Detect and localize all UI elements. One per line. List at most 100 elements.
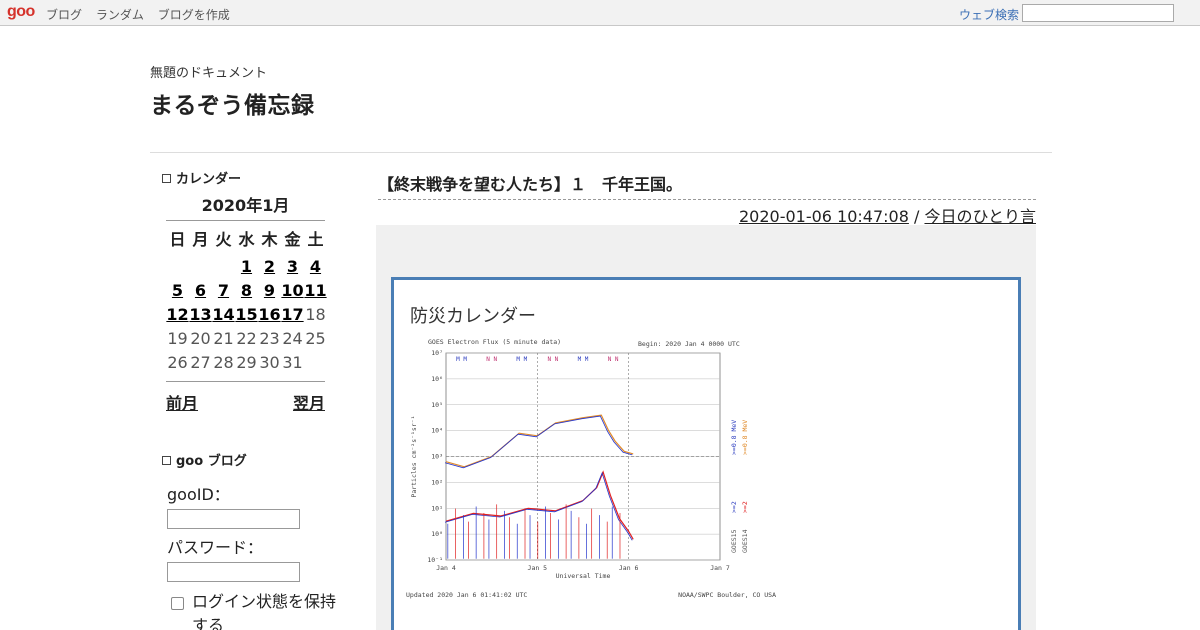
weekday-wed: 水 bbox=[238, 230, 255, 249]
calendar-day: 25 bbox=[305, 329, 326, 348]
gooid-input[interactable] bbox=[167, 509, 300, 529]
calendar-day: 22 bbox=[236, 329, 257, 348]
weekday-fri: 金 bbox=[284, 230, 301, 249]
post-meta: 2020-01-06 10:47:08 / 今日のひとり言 bbox=[739, 203, 1036, 227]
next-month-link[interactable]: 翌月 bbox=[293, 390, 325, 414]
electron-flux-chart: GOES Electron Flux (5 minute data) Begin:… bbox=[406, 338, 776, 599]
calendar-day-link[interactable]: 11 bbox=[304, 279, 327, 303]
square-bullet-icon bbox=[162, 174, 171, 183]
calendar-day: 27 bbox=[190, 353, 211, 372]
gooid-label: gooID： bbox=[167, 485, 230, 504]
x-tick-label: Jan 5 bbox=[528, 564, 548, 572]
x-axis-label: Universal Time bbox=[556, 572, 611, 580]
calendar-grid: 日 月 火 水 木 金 土 1 2 3 4 5 6 7 8 9 10 11 12… bbox=[166, 228, 327, 375]
nav-blog-link[interactable]: ブログ bbox=[46, 8, 82, 22]
y-tick-label: 10⁴ bbox=[431, 427, 443, 435]
meta-separator: / bbox=[908, 207, 925, 226]
calendar-day-link[interactable]: 9 bbox=[258, 279, 281, 303]
x-tick-label: Jan 6 bbox=[619, 564, 639, 572]
calendar-day-link[interactable]: 7 bbox=[212, 279, 235, 303]
calendar-day-link[interactable]: 12 bbox=[166, 303, 189, 327]
series-line-goes14-08mev bbox=[445, 414, 634, 468]
nav-random-link[interactable]: ランダム bbox=[96, 8, 144, 22]
calendar-day: 30 bbox=[259, 353, 280, 372]
calendar-day: 28 bbox=[213, 353, 234, 372]
weekday-thu: 木 bbox=[261, 230, 278, 249]
post-title[interactable]: 【終末戦争を望む人たち】１ 千年王国。 bbox=[378, 171, 1036, 200]
calendar-day-link[interactable]: 3 bbox=[281, 255, 304, 279]
calendar-day: 24 bbox=[282, 329, 303, 348]
password-input[interactable] bbox=[167, 562, 300, 582]
calendar-day: 20 bbox=[190, 329, 211, 348]
post-datetime-link[interactable]: 2020-01-06 10:47:08 bbox=[739, 207, 909, 226]
calendar-title: 2020年1月 bbox=[166, 192, 325, 221]
x-tick-label: Jan 7 bbox=[710, 564, 730, 572]
y-axis-label: Particles cm⁻²s⁻¹sr⁻¹ bbox=[410, 415, 418, 497]
calendar-day: 21 bbox=[213, 329, 234, 348]
prev-month-link[interactable]: 前月 bbox=[166, 390, 198, 414]
calendar-day: 29 bbox=[236, 353, 257, 372]
calendar-day-link[interactable]: 6 bbox=[189, 279, 212, 303]
series-label: >=2 bbox=[741, 501, 749, 513]
calendar-day: 23 bbox=[259, 329, 280, 348]
chart-footer-source: NOAA/SWPC Boulder, CO USA bbox=[678, 591, 776, 599]
x-tick-label: Jan 4 bbox=[436, 564, 456, 572]
y-tick-label: 10⁶ bbox=[431, 375, 443, 383]
calendar-day-link[interactable]: 5 bbox=[166, 279, 189, 303]
login-form: gooID： パスワード： ログイン状態を保持する bbox=[167, 484, 337, 630]
remember-login-option[interactable]: ログイン状態を保持する bbox=[167, 590, 337, 630]
series-label: >=2 bbox=[730, 501, 738, 513]
series-label: GOES15 bbox=[730, 529, 738, 553]
calendar-day: 18 bbox=[305, 305, 326, 324]
blog-title[interactable]: まるぞう備忘録 bbox=[150, 86, 315, 120]
marker-label: M M bbox=[516, 356, 527, 363]
square-bullet-icon bbox=[162, 456, 171, 465]
y-tick-label: 10⁻¹ bbox=[427, 556, 443, 564]
series-line-goes15-2mev bbox=[444, 471, 633, 541]
y-tick-label: 10³ bbox=[431, 453, 443, 461]
series-label: >=0.8 MeV bbox=[730, 420, 738, 455]
calendar-nav: 前月 翌月 bbox=[166, 381, 325, 414]
y-tick-label: 10⁷ bbox=[431, 349, 443, 357]
remember-checkbox[interactable] bbox=[171, 597, 184, 610]
calendar-day-link[interactable]: 10 bbox=[281, 279, 304, 303]
calendar-day: 19 bbox=[167, 329, 188, 348]
password-label: パスワード： bbox=[167, 538, 264, 557]
calendar-day-link[interactable]: 8 bbox=[235, 279, 258, 303]
calendar-day-link[interactable]: 13 bbox=[189, 303, 212, 327]
remember-label: ログイン状態を保持する bbox=[192, 592, 337, 630]
embed-title: 防災カレンダー bbox=[410, 306, 536, 327]
y-tick-label: 10⁰ bbox=[431, 530, 443, 538]
calendar-day-link[interactable]: 1 bbox=[235, 255, 258, 279]
calendar-heading: カレンダー bbox=[162, 168, 241, 187]
chart-begin-label: Begin: 2020 Jan 4 0000 UTC bbox=[638, 340, 740, 348]
web-search-label[interactable]: ウェブ検索 bbox=[959, 6, 1019, 23]
top-bar: goo ブログ ランダム ブログを作成 ウェブ検索 bbox=[0, 0, 1200, 26]
calendar-blank bbox=[212, 255, 235, 279]
series-label: >=0.8 MeV bbox=[741, 420, 749, 455]
weekday-mon: 月 bbox=[192, 230, 209, 249]
calendar-day-link[interactable]: 2 bbox=[258, 255, 281, 279]
weekday-sat: 土 bbox=[307, 230, 324, 249]
chart-title: GOES Electron Flux (5 minute data) bbox=[428, 338, 561, 346]
header-divider bbox=[150, 152, 1052, 153]
calendar-day-link[interactable]: 14 bbox=[212, 303, 235, 327]
calendar-day-link[interactable]: 17 bbox=[281, 303, 304, 327]
calendar-day-link[interactable]: 15 bbox=[235, 303, 258, 327]
y-tick-label: 10⁵ bbox=[431, 401, 443, 409]
marker-label: N N bbox=[547, 356, 558, 363]
post-category-link[interactable]: 今日のひとり言 bbox=[924, 207, 1036, 226]
weekday-sun: 日 bbox=[169, 230, 186, 249]
goo-logo[interactable]: goo bbox=[7, 4, 35, 20]
nav-create-blog-link[interactable]: ブログを作成 bbox=[158, 8, 230, 22]
calendar-day: 31 bbox=[282, 353, 303, 372]
marker-label: N N bbox=[608, 356, 619, 363]
marker-label: M M bbox=[456, 356, 467, 363]
web-search-input[interactable] bbox=[1022, 4, 1174, 22]
calendar-blank bbox=[166, 255, 189, 279]
calendar-blank bbox=[189, 255, 212, 279]
weekday-tue: 火 bbox=[215, 230, 232, 249]
calendar-widget: 2020年1月 日 月 火 水 木 金 土 1 2 3 4 5 6 7 8 9 … bbox=[166, 192, 327, 414]
calendar-day-link[interactable]: 4 bbox=[304, 255, 327, 279]
calendar-day-link[interactable]: 16 bbox=[258, 303, 281, 327]
